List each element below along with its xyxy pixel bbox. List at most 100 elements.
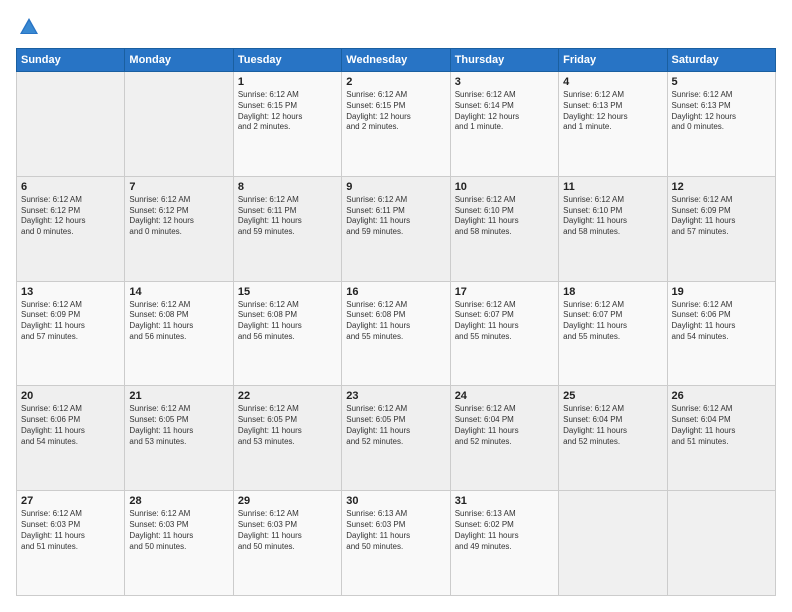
cell-content: Sunrise: 6:12 AM Sunset: 6:04 PM Dayligh…	[563, 404, 662, 447]
calendar-cell: 2Sunrise: 6:12 AM Sunset: 6:15 PM Daylig…	[342, 72, 450, 177]
header-day-saturday: Saturday	[667, 49, 775, 72]
header-day-wednesday: Wednesday	[342, 49, 450, 72]
day-number: 31	[455, 495, 554, 507]
calendar-cell: 10Sunrise: 6:12 AM Sunset: 6:10 PM Dayli…	[450, 176, 558, 281]
header-day-friday: Friday	[559, 49, 667, 72]
day-number: 19	[672, 286, 771, 298]
calendar-cell: 27Sunrise: 6:12 AM Sunset: 6:03 PM Dayli…	[17, 491, 125, 596]
day-number: 22	[238, 390, 337, 402]
calendar-cell: 11 Sunrise: 6:12 AM Sunset: 6:10 PM Dayli…	[559, 176, 667, 281]
day-number: 12	[672, 181, 771, 193]
header-day-sunday: Sunday	[17, 49, 125, 72]
calendar-cell: 18Sunrise: 6:12 AM Sunset: 6:07 PM Dayli…	[559, 281, 667, 386]
calendar-cell: 4Sunrise: 6:12 AM Sunset: 6:13 PM Daylig…	[559, 72, 667, 177]
cell-content: Sunrise: 6:12 AM Sunset: 6:07 PM Dayligh…	[455, 300, 554, 343]
calendar-cell: 19 Sunrise: 6:12 AM Sunset: 6:06 PM Dayli…	[667, 281, 775, 386]
day-number: 17	[455, 286, 554, 298]
calendar-cell	[125, 72, 233, 177]
day-number: 26	[672, 390, 771, 402]
calendar-cell: 1 Sunrise: 6:12 AM Sunset: 6:15 PM Daylig…	[233, 72, 341, 177]
calendar-cell: 9Sunrise: 6:12 AM Sunset: 6:11 PM Daylig…	[342, 176, 450, 281]
day-number: 11	[563, 181, 662, 193]
week-row-4: 27 Sunrise: 6:12 AM Sunset: 6:03 PM Dayli…	[17, 491, 776, 596]
cell-content: Sunrise: 6:12 AM Sunset: 6:07 PM Dayligh…	[563, 300, 662, 343]
header	[16, 16, 776, 38]
calendar-cell: 28 Sunrise: 6:12 AM Sunset: 6:03 PM Dayli…	[125, 491, 233, 596]
calendar-cell: 8Sunrise: 6:12 AM Sunset: 6:11 PM Daylig…	[233, 176, 341, 281]
calendar-cell: 22 Sunrise: 6:12 AM Sunset: 6:05 PM Dayli…	[233, 386, 341, 491]
header-day-tuesday: Tuesday	[233, 49, 341, 72]
day-number: 21	[129, 390, 228, 402]
day-number: 29	[238, 495, 337, 507]
cell-content: Sunrise: 6:12 AM Sunset: 6:09 PM Dayligh…	[672, 195, 771, 238]
day-number: 1	[238, 76, 337, 88]
week-row-0: 1 Sunrise: 6:12 AM Sunset: 6:15 PM Daylig…	[17, 72, 776, 177]
calendar-cell: 6Sunrise: 6:12 AM Sunset: 6:12 PM Daylig…	[17, 176, 125, 281]
cell-content: Sunrise: 6:12 AM Sunset: 6:08 PM Dayligh…	[129, 300, 228, 343]
calendar-cell	[17, 72, 125, 177]
cell-content: Sunrise: 6:12 AM Sunset: 6:11 PM Dayligh…	[238, 195, 337, 238]
cell-content: Sunrise: 6:12 AM Sunset: 6:13 PM Dayligh…	[563, 90, 662, 133]
cell-content: Sunrise: 6:12 AM Sunset: 6:08 PM Dayligh…	[346, 300, 445, 343]
cell-content: Sunrise: 6:12 AM Sunset: 6:05 PM Dayligh…	[129, 404, 228, 447]
day-number: 28	[129, 495, 228, 507]
page: SundayMondayTuesdayWednesdayThursdayFrid…	[0, 0, 792, 612]
header-row: SundayMondayTuesdayWednesdayThursdayFrid…	[17, 49, 776, 72]
day-number: 9	[346, 181, 445, 193]
calendar-cell: 20 Sunrise: 6:12 AM Sunset: 6:06 PM Dayli…	[17, 386, 125, 491]
calendar-cell: 7 Sunrise: 6:12 AM Sunset: 6:12 PM Daylig…	[125, 176, 233, 281]
logo	[16, 16, 42, 38]
day-number: 23	[346, 390, 445, 402]
day-number: 30	[346, 495, 445, 507]
cell-content: Sunrise: 6:12 AM Sunset: 6:05 PM Dayligh…	[346, 404, 445, 447]
calendar-cell: 26 Sunrise: 6:12 AM Sunset: 6:04 PM Dayli…	[667, 386, 775, 491]
day-number: 13	[21, 286, 120, 298]
calendar-cell	[667, 491, 775, 596]
logo-icon	[18, 16, 40, 38]
calendar-cell: 31 Sunrise: 6:13 AM Sunset: 6:02 PM Dayli…	[450, 491, 558, 596]
day-number: 20	[21, 390, 120, 402]
cell-content: Sunrise: 6:12 AM Sunset: 6:06 PM Dayligh…	[672, 300, 771, 343]
header-day-monday: Monday	[125, 49, 233, 72]
day-number: 7	[129, 181, 228, 193]
calendar-cell: 17 Sunrise: 6:12 AM Sunset: 6:07 PM Dayli…	[450, 281, 558, 386]
cell-content: Sunrise: 6:13 AM Sunset: 6:02 PM Dayligh…	[455, 509, 554, 552]
calendar-cell: 12 Sunrise: 6:12 AM Sunset: 6:09 PM Dayli…	[667, 176, 775, 281]
calendar-cell: 3 Sunrise: 6:12 AM Sunset: 6:14 PM Daylig…	[450, 72, 558, 177]
day-number: 5	[672, 76, 771, 88]
day-number: 27	[21, 495, 120, 507]
day-number: 16	[346, 286, 445, 298]
calendar-cell: 30Sunrise: 6:13 AM Sunset: 6:03 PM Dayli…	[342, 491, 450, 596]
calendar-cell: 15Sunrise: 6:12 AM Sunset: 6:08 PM Dayli…	[233, 281, 341, 386]
cell-content: Sunrise: 6:12 AM Sunset: 6:06 PM Dayligh…	[21, 404, 120, 447]
day-number: 10	[455, 181, 554, 193]
calendar-cell: 14 Sunrise: 6:12 AM Sunset: 6:08 PM Dayli…	[125, 281, 233, 386]
day-number: 25	[563, 390, 662, 402]
cell-content: Sunrise: 6:12 AM Sunset: 6:03 PM Dayligh…	[238, 509, 337, 552]
cell-content: Sunrise: 6:12 AM Sunset: 6:04 PM Dayligh…	[455, 404, 554, 447]
calendar-cell: 21 Sunrise: 6:12 AM Sunset: 6:05 PM Dayli…	[125, 386, 233, 491]
cell-content: Sunrise: 6:12 AM Sunset: 6:12 PM Dayligh…	[129, 195, 228, 238]
calendar-cell: 5 Sunrise: 6:12 AM Sunset: 6:13 PM Daylig…	[667, 72, 775, 177]
cell-content: Sunrise: 6:12 AM Sunset: 6:10 PM Dayligh…	[563, 195, 662, 238]
cell-content: Sunrise: 6:12 AM Sunset: 6:04 PM Dayligh…	[672, 404, 771, 447]
cell-content: Sunrise: 6:12 AM Sunset: 6:15 PM Dayligh…	[238, 90, 337, 133]
day-number: 14	[129, 286, 228, 298]
cell-content: Sunrise: 6:12 AM Sunset: 6:03 PM Dayligh…	[129, 509, 228, 552]
cell-content: Sunrise: 6:12 AM Sunset: 6:14 PM Dayligh…	[455, 90, 554, 133]
week-row-1: 6Sunrise: 6:12 AM Sunset: 6:12 PM Daylig…	[17, 176, 776, 281]
calendar-table: SundayMondayTuesdayWednesdayThursdayFrid…	[16, 48, 776, 596]
cell-content: Sunrise: 6:12 AM Sunset: 6:05 PM Dayligh…	[238, 404, 337, 447]
calendar-header: SundayMondayTuesdayWednesdayThursdayFrid…	[17, 49, 776, 72]
calendar-cell: 29 Sunrise: 6:12 AM Sunset: 6:03 PM Dayli…	[233, 491, 341, 596]
calendar-cell: 13 Sunrise: 6:12 AM Sunset: 6:09 PM Dayli…	[17, 281, 125, 386]
cell-content: Sunrise: 6:12 AM Sunset: 6:09 PM Dayligh…	[21, 300, 120, 343]
calendar-cell: 16 Sunrise: 6:12 AM Sunset: 6:08 PM Dayli…	[342, 281, 450, 386]
cell-content: Sunrise: 6:12 AM Sunset: 6:13 PM Dayligh…	[672, 90, 771, 133]
day-number: 3	[455, 76, 554, 88]
calendar-cell	[559, 491, 667, 596]
cell-content: Sunrise: 6:12 AM Sunset: 6:12 PM Dayligh…	[21, 195, 120, 238]
day-number: 24	[455, 390, 554, 402]
cell-content: Sunrise: 6:12 AM Sunset: 6:15 PM Dayligh…	[346, 90, 445, 133]
day-number: 15	[238, 286, 337, 298]
